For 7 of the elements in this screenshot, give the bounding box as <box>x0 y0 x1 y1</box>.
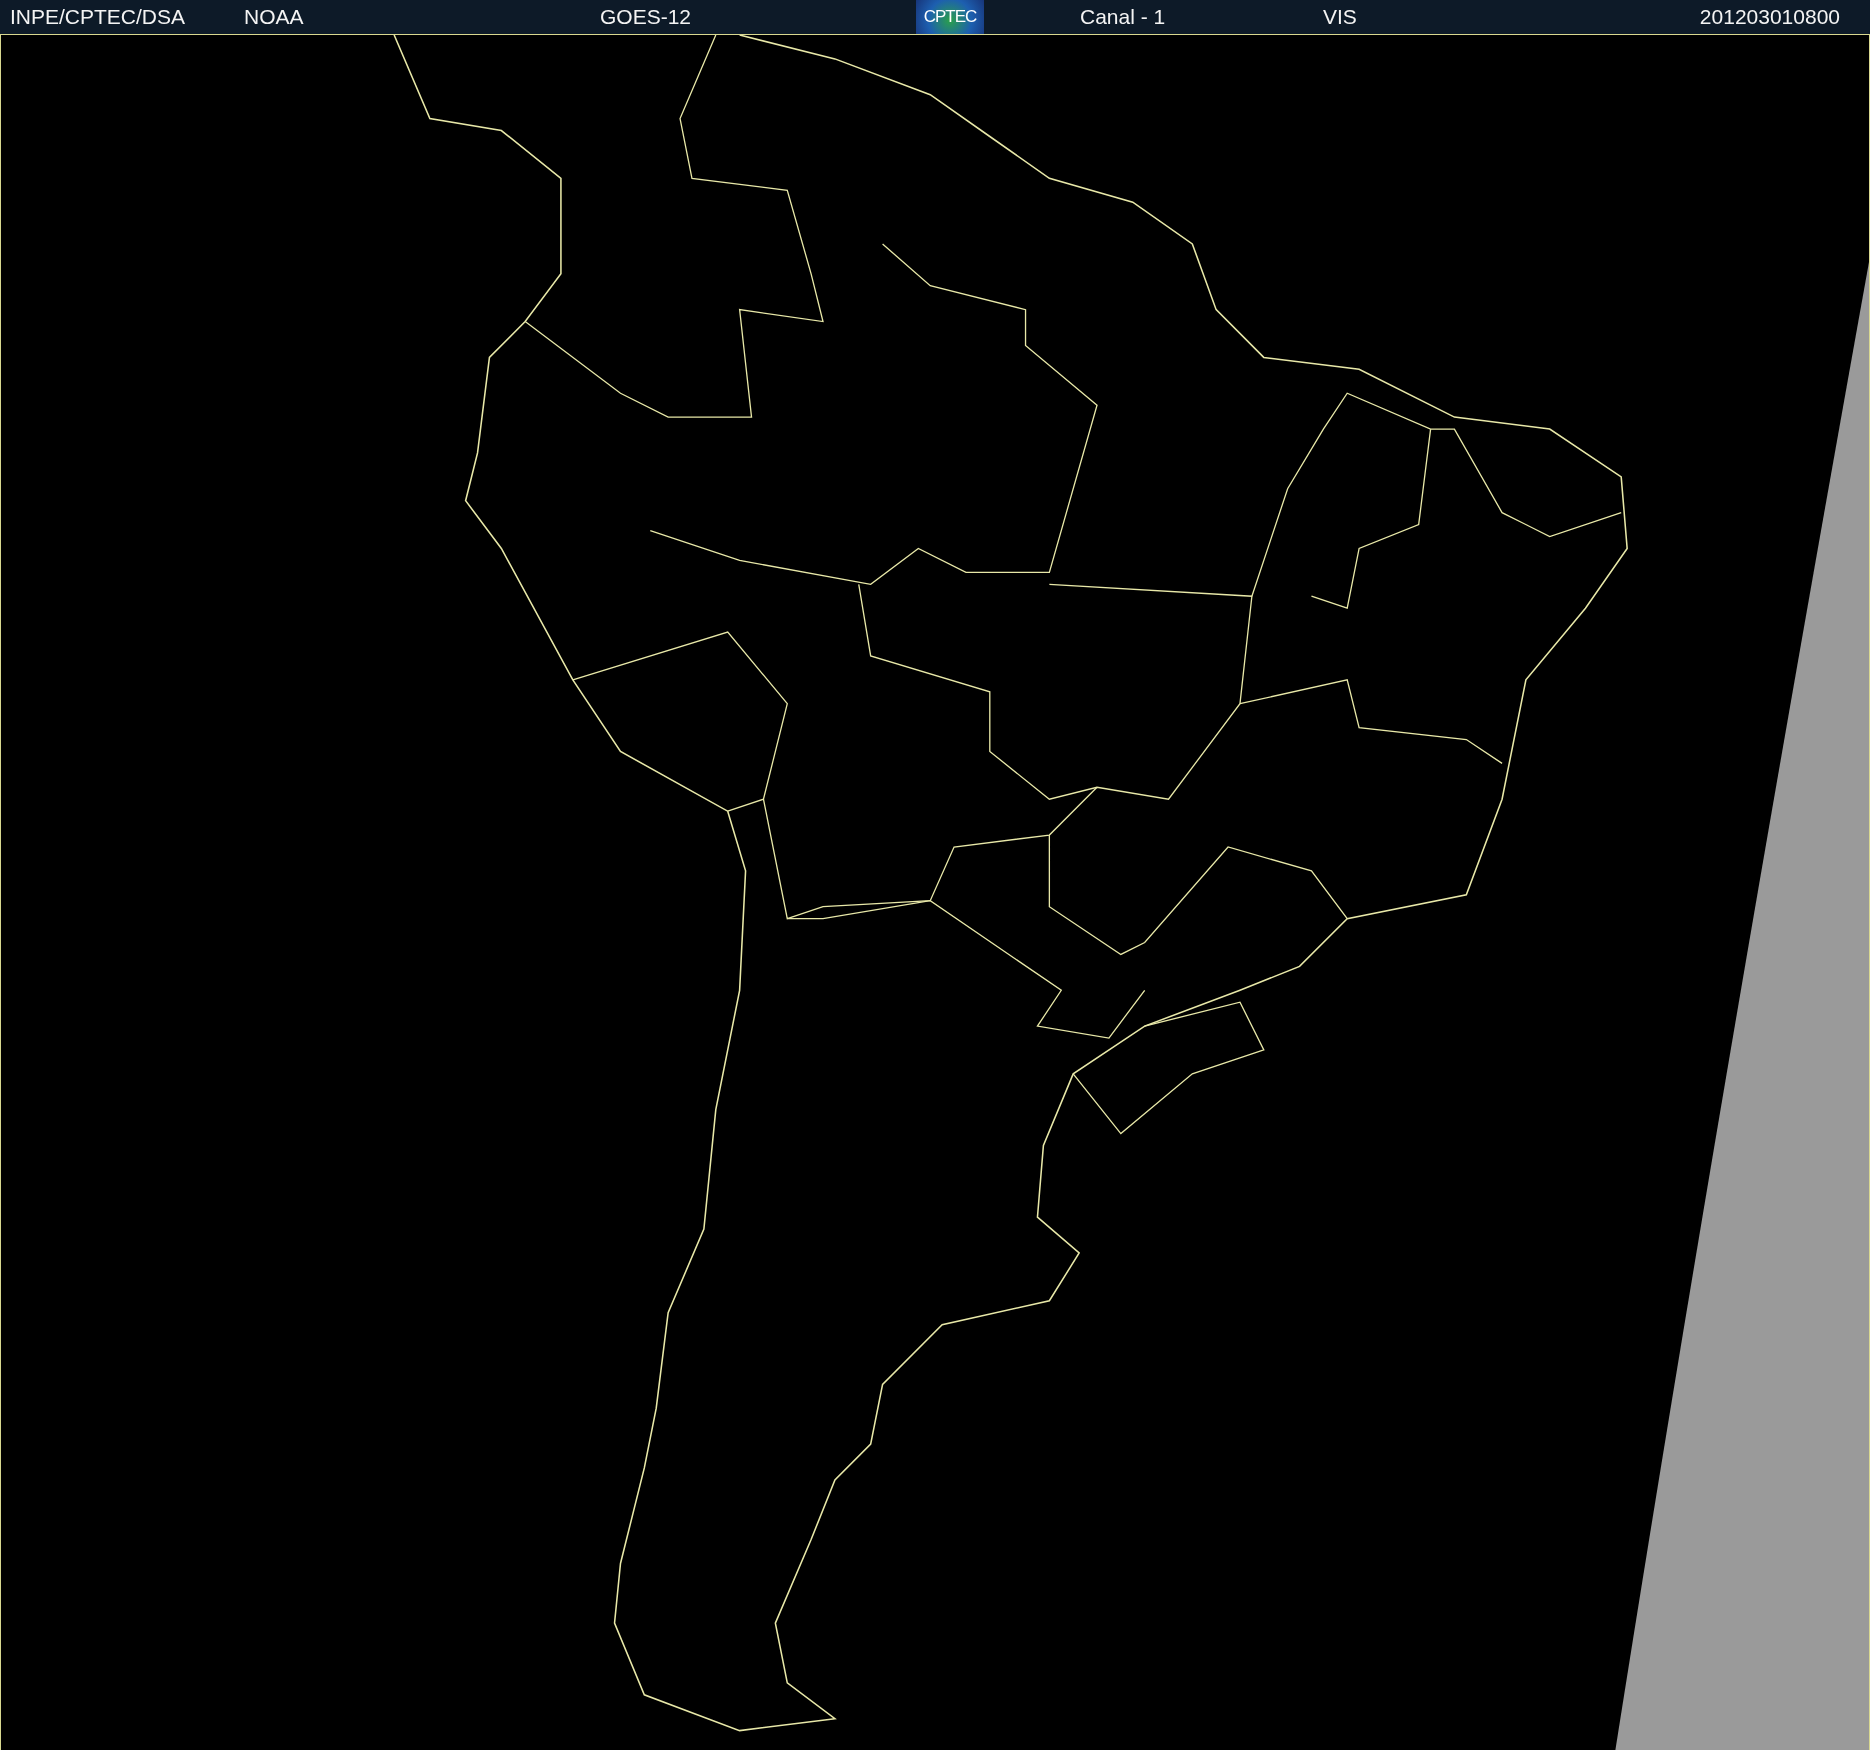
header-label: Canal - 1 <box>1080 5 1167 29</box>
header-label: NOAA <box>244 5 305 29</box>
header-label: 201203010800 <box>1699 5 1840 29</box>
logo: CPTEC <box>916 0 984 34</box>
header-label: INPE/CPTEC/DSA <box>10 5 187 29</box>
header-label: GOES-12 <box>600 5 693 29</box>
header-label: VIS <box>1323 5 1358 29</box>
